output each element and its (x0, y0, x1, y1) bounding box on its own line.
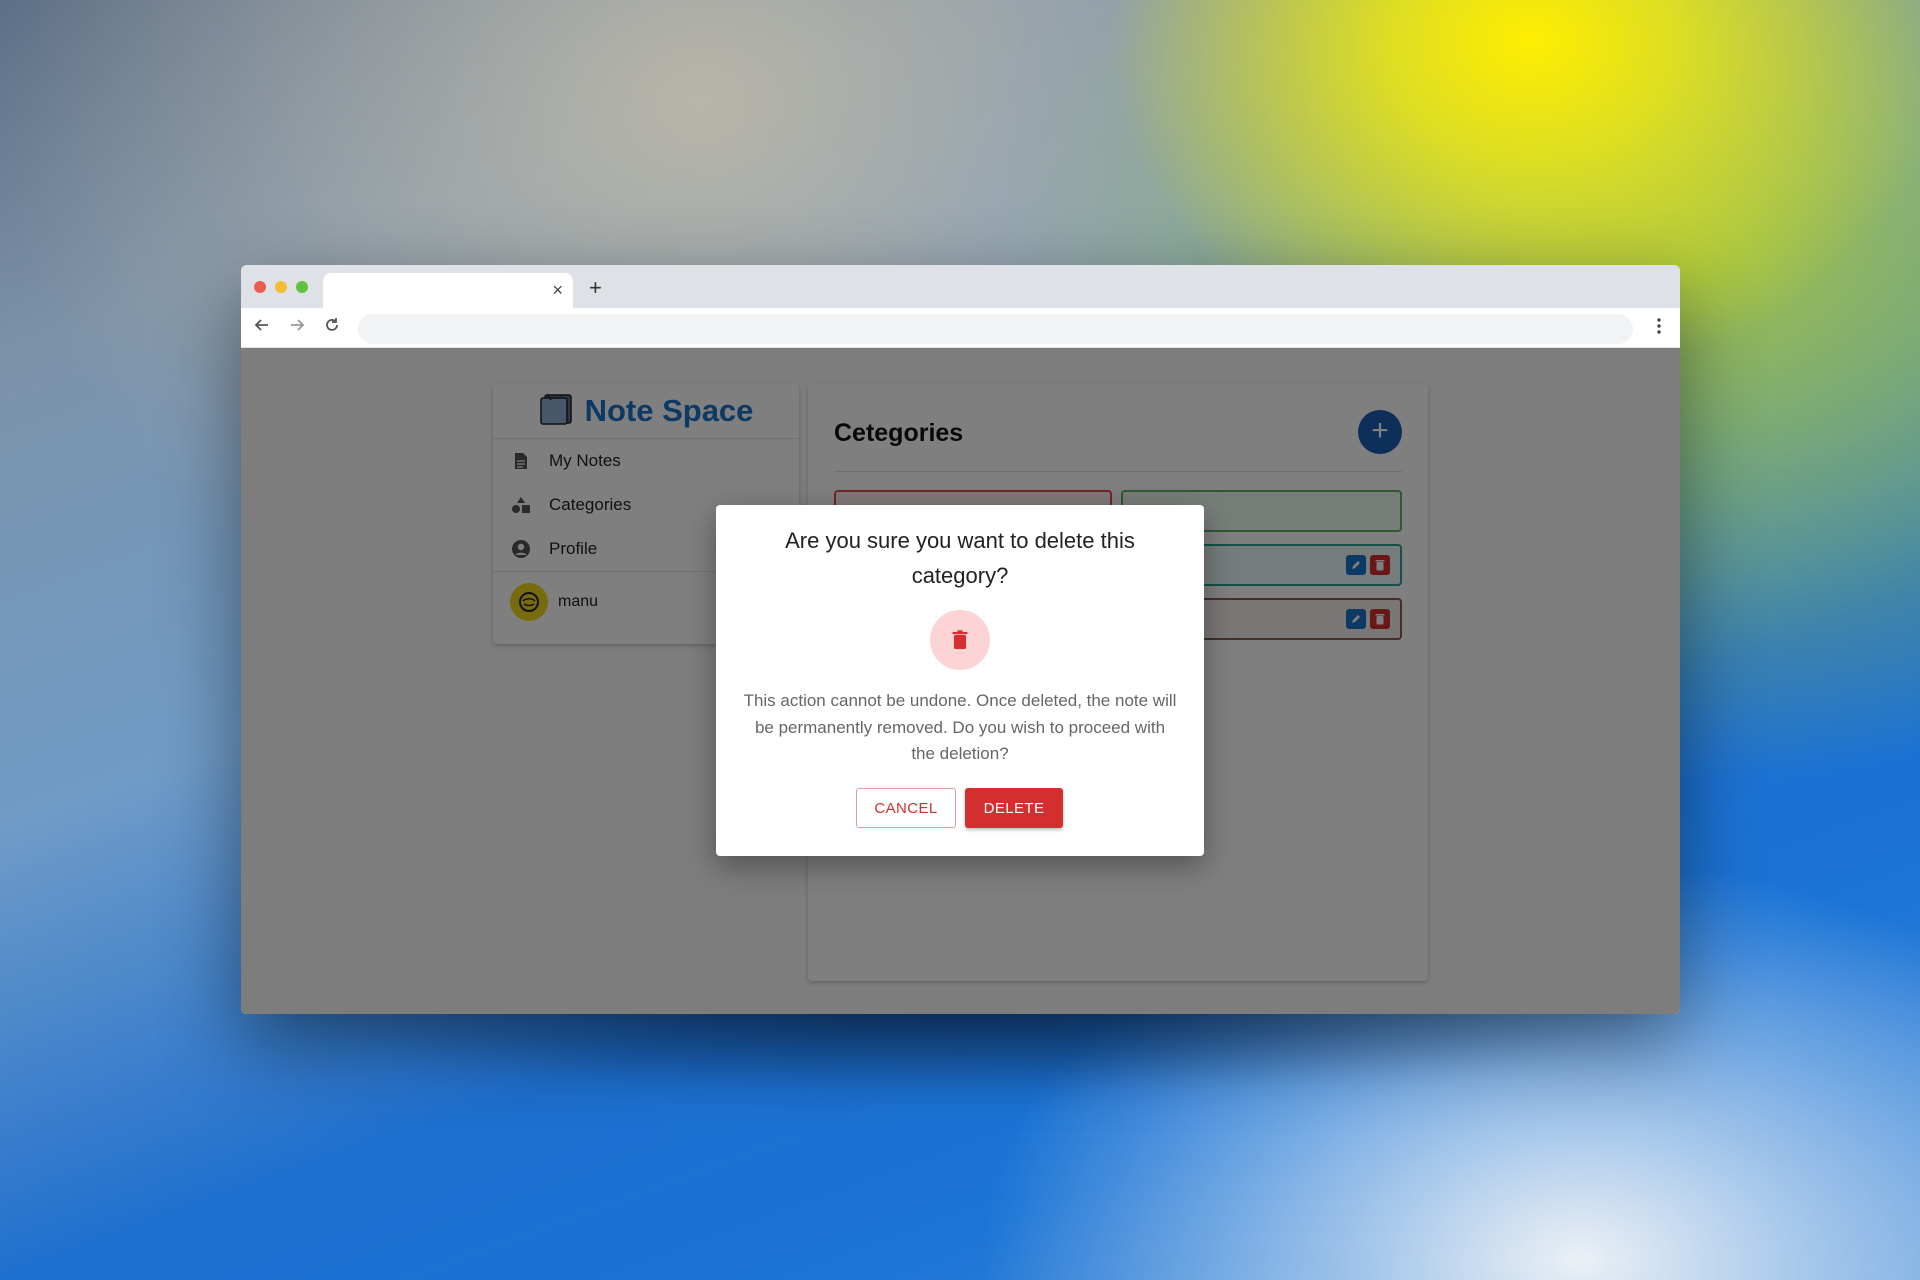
dialog-message: This action cannot be undone. Once delet… (743, 691, 1177, 763)
forward-arrow-icon[interactable] (288, 316, 306, 339)
delete-confirm-dialog: Are you sure you want to delete this cat… (716, 505, 1204, 856)
page-viewport: Note Space My Notes Categories Profile (241, 348, 1680, 1014)
new-tab-button[interactable]: + (589, 277, 602, 299)
maximize-window-button[interactable] (296, 281, 308, 293)
browser-window: × + Note Space (241, 265, 1680, 1014)
reload-icon[interactable] (323, 316, 341, 339)
browser-tab[interactable]: × (323, 273, 573, 308)
navigation-bar (241, 308, 1680, 348)
dialog-title: Are you sure you want to delete this cat… (785, 528, 1135, 588)
back-arrow-icon[interactable] (253, 316, 271, 339)
cancel-button[interactable]: CANCEL (856, 788, 956, 828)
tab-bar: × + (241, 265, 1680, 308)
browser-menu-icon[interactable] (1656, 317, 1662, 339)
trash-icon (930, 610, 990, 670)
minimize-window-button[interactable] (275, 281, 287, 293)
address-bar[interactable] (358, 314, 1633, 344)
close-window-button[interactable] (254, 281, 266, 293)
delete-button[interactable]: DELETE (965, 788, 1063, 828)
tab-close-icon[interactable]: × (552, 280, 563, 300)
